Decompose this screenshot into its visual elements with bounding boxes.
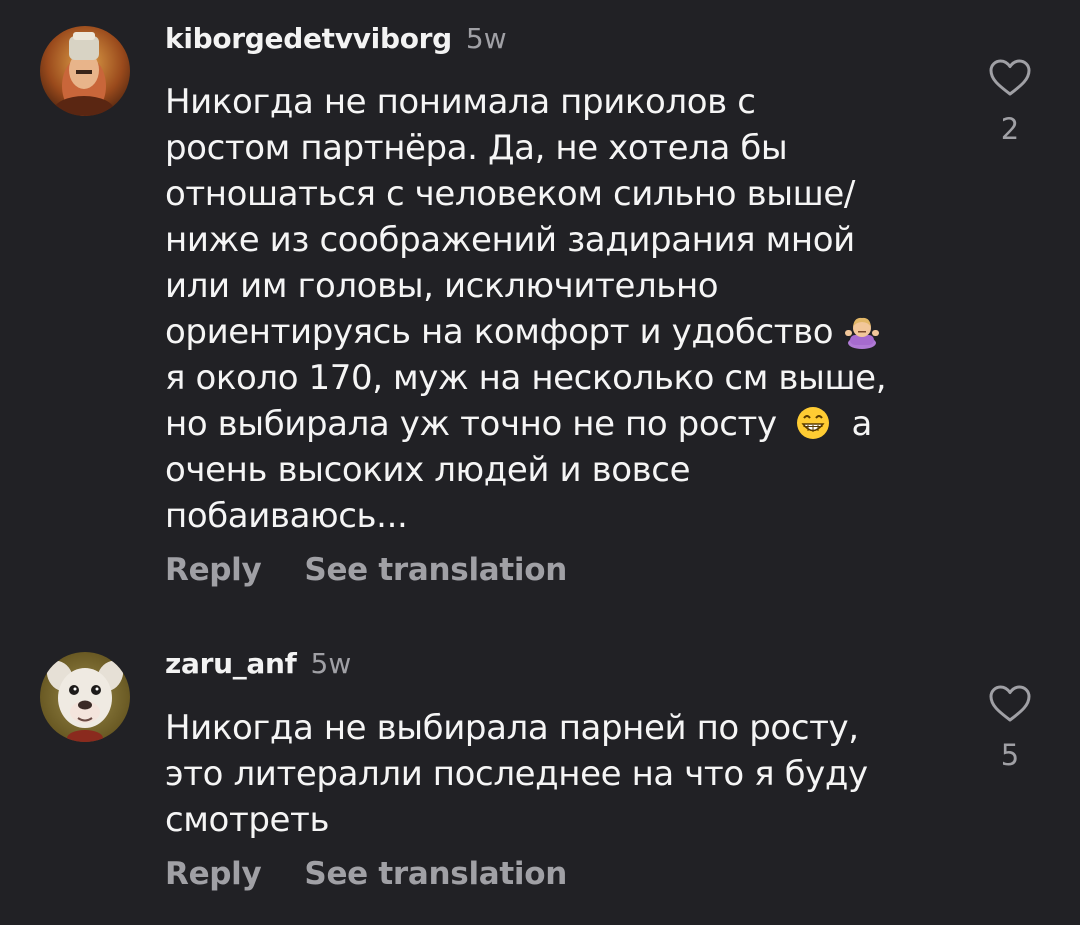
like-count: 5: [1000, 738, 1020, 772]
like-control: 5: [985, 684, 1035, 772]
comment-header: zaru_anf 5w: [165, 647, 351, 680]
comment-line: это литералли последнее на что я буду: [165, 754, 868, 794]
comment-actions: Reply See translation: [165, 856, 567, 892]
avatar-image: [40, 652, 130, 742]
comment-item: zaru_anf 5w Никогда не выбирала парней п…: [0, 0, 1080, 925]
avatar[interactable]: [40, 652, 130, 742]
timestamp: 5w: [310, 647, 352, 680]
comment-text: Никогда не выбирала парней по росту, это…: [165, 705, 955, 843]
reply-button[interactable]: Reply: [165, 856, 262, 892]
heart-outline-icon[interactable]: [988, 684, 1032, 724]
username[interactable]: zaru_anf: [165, 647, 297, 680]
see-translation-button[interactable]: See translation: [304, 856, 567, 892]
comment-line: Никогда не выбирала парней по росту,: [165, 708, 859, 748]
comment-line: смотреть: [165, 800, 330, 840]
